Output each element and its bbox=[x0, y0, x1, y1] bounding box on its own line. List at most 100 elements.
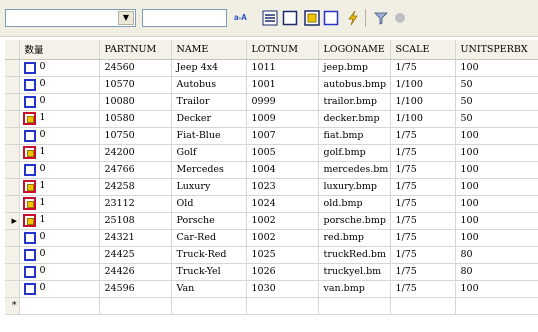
cell-scale[interactable]: 1/75 bbox=[390, 127, 456, 145]
cell-unitsperbx[interactable]: 50 bbox=[455, 110, 538, 128]
row-selector[interactable] bbox=[5, 280, 20, 298]
cell-name[interactable]: Decker bbox=[171, 110, 247, 128]
cell-partnum[interactable]: 10570 bbox=[99, 76, 172, 94]
cell-lotnum[interactable]: 0999 bbox=[246, 93, 319, 111]
cell-unitsperbx[interactable]: 100 bbox=[455, 127, 538, 145]
cell-name[interactable]: Golf bbox=[171, 144, 247, 162]
lightning-icon[interactable] bbox=[345, 10, 361, 26]
cell-qty[interactable]: 1 bbox=[19, 178, 100, 196]
row-selector[interactable] bbox=[5, 93, 20, 111]
cell-qty[interactable]: 1 bbox=[19, 144, 100, 162]
cell-name[interactable]: Van bbox=[171, 280, 247, 298]
cell-name[interactable]: Jeep 4x4 bbox=[171, 59, 247, 77]
row-selector[interactable] bbox=[5, 76, 20, 94]
cell-scale[interactable]: 1/75 bbox=[390, 195, 456, 213]
row-selector[interactable] bbox=[5, 178, 20, 196]
table-row[interactable]: 1 24258 Luxury 1023 luxury.bmp 1/75 100 bbox=[5, 178, 538, 196]
cell-name[interactable]: Truck-Yel bbox=[171, 263, 247, 281]
filter-icon[interactable] bbox=[373, 10, 389, 26]
cell-name[interactable]: Trailor bbox=[171, 93, 247, 111]
checkbox[interactable] bbox=[22, 145, 36, 159]
cell-scale[interactable]: 1/75 bbox=[390, 161, 456, 179]
cell-qty[interactable]: 0 bbox=[19, 127, 100, 145]
row-selector[interactable] bbox=[5, 127, 20, 145]
table-row[interactable]: 0 24321 Car-Red 1002 red.bmp 1/75 100 bbox=[5, 229, 538, 247]
table-row[interactable]: 0 24766 Mercedes 1004 mercedes.bm 1/75 100 bbox=[5, 161, 538, 179]
cell-unitsperbx[interactable]: 80 bbox=[455, 263, 538, 281]
cell-lotnum[interactable]: 1004 bbox=[246, 161, 319, 179]
cell-unitsperbx[interactable]: 100 bbox=[455, 229, 538, 247]
cell-scale[interactable]: 1/75 bbox=[390, 144, 456, 162]
checkbox[interactable] bbox=[23, 282, 36, 295]
cell-lotnum[interactable]: 1009 bbox=[246, 110, 319, 128]
cell-partnum[interactable]: 24258 bbox=[99, 178, 172, 196]
cell-partnum[interactable]: 24425 bbox=[99, 246, 172, 264]
table-row[interactable]: 0 10080 Trailor 0999 trailor.bmp 1/100 50 bbox=[5, 93, 538, 111]
box-icon[interactable] bbox=[323, 10, 339, 26]
cell-logoname[interactable]: old.bmp bbox=[318, 195, 391, 213]
cell-qty[interactable]: 0 bbox=[19, 76, 100, 94]
cell-scale[interactable]: 1/75 bbox=[390, 280, 456, 298]
row-selector[interactable]: ▶ bbox=[5, 212, 20, 230]
cell-name[interactable]: Mercedes bbox=[171, 161, 247, 179]
cell-qty[interactable]: 0 bbox=[19, 59, 100, 77]
dropdown-arrow-icon[interactable]: ▼ bbox=[118, 11, 134, 25]
cell-partnum[interactable]: 24321 bbox=[99, 229, 172, 247]
cell-scale[interactable]: 1/75 bbox=[390, 178, 456, 196]
cell-partnum[interactable]: 24200 bbox=[99, 144, 172, 162]
list-view-icon[interactable] bbox=[262, 10, 278, 26]
cell-scale[interactable]: 1/75 bbox=[390, 59, 456, 77]
sort-az-button[interactable]: a-A bbox=[234, 10, 254, 26]
cell-unitsperbx[interactable]: 100 bbox=[455, 144, 538, 162]
col-header-scale[interactable]: SCALE bbox=[390, 40, 456, 60]
value-combo[interactable] bbox=[142, 9, 227, 27]
cell-logoname[interactable]: autobus.bmp bbox=[318, 76, 391, 94]
cell-qty[interactable]: 0 bbox=[19, 263, 100, 281]
row-selector[interactable] bbox=[5, 161, 20, 179]
cell-logoname[interactable]: mercedes.bm bbox=[318, 161, 391, 179]
new-row-cell[interactable] bbox=[171, 297, 247, 315]
cell-logoname[interactable]: van.bmp bbox=[318, 280, 391, 298]
cell-lotnum[interactable]: 1002 bbox=[246, 229, 319, 247]
cell-scale[interactable]: 1/75 bbox=[390, 246, 456, 264]
new-row-cell[interactable] bbox=[455, 297, 538, 315]
row-selector[interactable] bbox=[5, 195, 20, 213]
table-row[interactable]: 1 10580 Decker 1009 decker.bmp 1/100 50 bbox=[5, 110, 538, 128]
cell-qty[interactable]: 0 bbox=[19, 280, 100, 298]
cell-partnum[interactable]: 23112 bbox=[99, 195, 172, 213]
checkbox[interactable] bbox=[23, 231, 36, 244]
cell-name[interactable]: Fiat-Blue bbox=[171, 127, 247, 145]
cell-name[interactable]: Porsche bbox=[171, 212, 247, 230]
checkbox[interactable] bbox=[23, 95, 36, 108]
cell-partnum[interactable]: 10080 bbox=[99, 93, 172, 111]
row-selector[interactable] bbox=[5, 59, 20, 77]
cell-unitsperbx[interactable]: 50 bbox=[455, 93, 538, 111]
check-icon[interactable] bbox=[304, 10, 320, 26]
cell-unitsperbx[interactable]: 100 bbox=[455, 59, 538, 77]
row-selector[interactable] bbox=[5, 144, 20, 162]
checkbox[interactable] bbox=[23, 248, 36, 261]
cell-logoname[interactable]: porsche.bmp bbox=[318, 212, 391, 230]
cell-scale[interactable]: 1/75 bbox=[390, 263, 456, 281]
cell-lotnum[interactable]: 1024 bbox=[246, 195, 319, 213]
table-row[interactable]: 0 24426 Truck-Yel 1026 truckyel.bm 1/75 80 bbox=[5, 263, 538, 281]
cell-partnum[interactable]: 10580 bbox=[99, 110, 172, 128]
cell-partnum[interactable]: 24766 bbox=[99, 161, 172, 179]
uncheck-icon[interactable] bbox=[282, 10, 298, 26]
table-row[interactable]: 0 10570 Autobus 1001 autobus.bmp 1/100 50 bbox=[5, 76, 538, 94]
row-selector[interactable] bbox=[5, 263, 20, 281]
checkbox[interactable] bbox=[22, 111, 36, 125]
cell-qty[interactable]: 0 bbox=[19, 229, 100, 247]
cell-partnum[interactable]: 24560 bbox=[99, 59, 172, 77]
new-row-cell[interactable] bbox=[19, 297, 100, 315]
cell-scale[interactable]: 1/100 bbox=[390, 110, 456, 128]
cell-scale[interactable]: 1/100 bbox=[390, 76, 456, 94]
cell-name[interactable]: Autobus bbox=[171, 76, 247, 94]
cell-logoname[interactable]: red.bmp bbox=[318, 229, 391, 247]
cell-qty[interactable]: 1 bbox=[19, 110, 100, 128]
cell-partnum[interactable]: 25108 bbox=[99, 212, 172, 230]
cell-unitsperbx[interactable]: 100 bbox=[455, 178, 538, 196]
cell-logoname[interactable]: luxury.bmp bbox=[318, 178, 391, 196]
cell-unitsperbx[interactable]: 50 bbox=[455, 76, 538, 94]
cell-lotnum[interactable]: 1001 bbox=[246, 76, 319, 94]
